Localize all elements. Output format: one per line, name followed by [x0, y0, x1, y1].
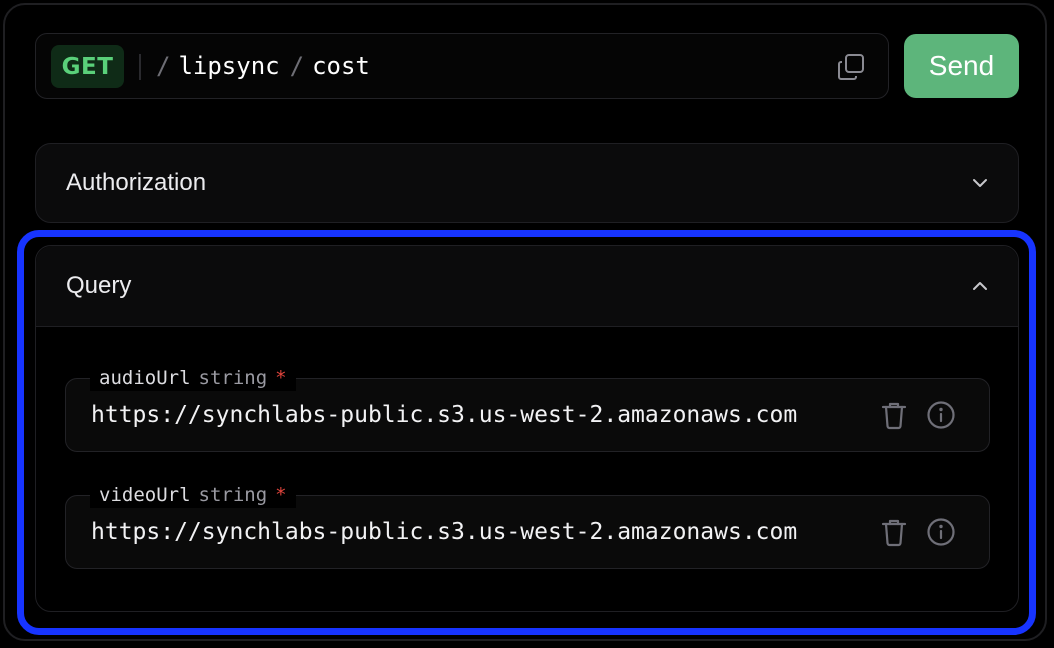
query-section-highlight [17, 230, 1036, 635]
endpoint-path: / lipsync / cost [156, 34, 380, 98]
chevron-down-icon [973, 179, 987, 187]
send-button[interactable]: Send [904, 34, 1019, 98]
url-divider [139, 54, 141, 80]
copy-icon[interactable] [834, 50, 868, 84]
path-segment-lipsync: lipsync [178, 52, 280, 80]
request-url-bar: GET / lipsync / cost [35, 33, 889, 99]
section-title: Authorization [66, 169, 207, 196]
http-method-badge: GET [51, 45, 124, 88]
path-segment-cost: cost [312, 52, 370, 80]
authorization-section: Authorization [35, 143, 1019, 223]
authorization-header[interactable]: Authorization [36, 144, 1018, 222]
path-separator: / [156, 52, 171, 80]
path-separator: / [289, 52, 305, 80]
